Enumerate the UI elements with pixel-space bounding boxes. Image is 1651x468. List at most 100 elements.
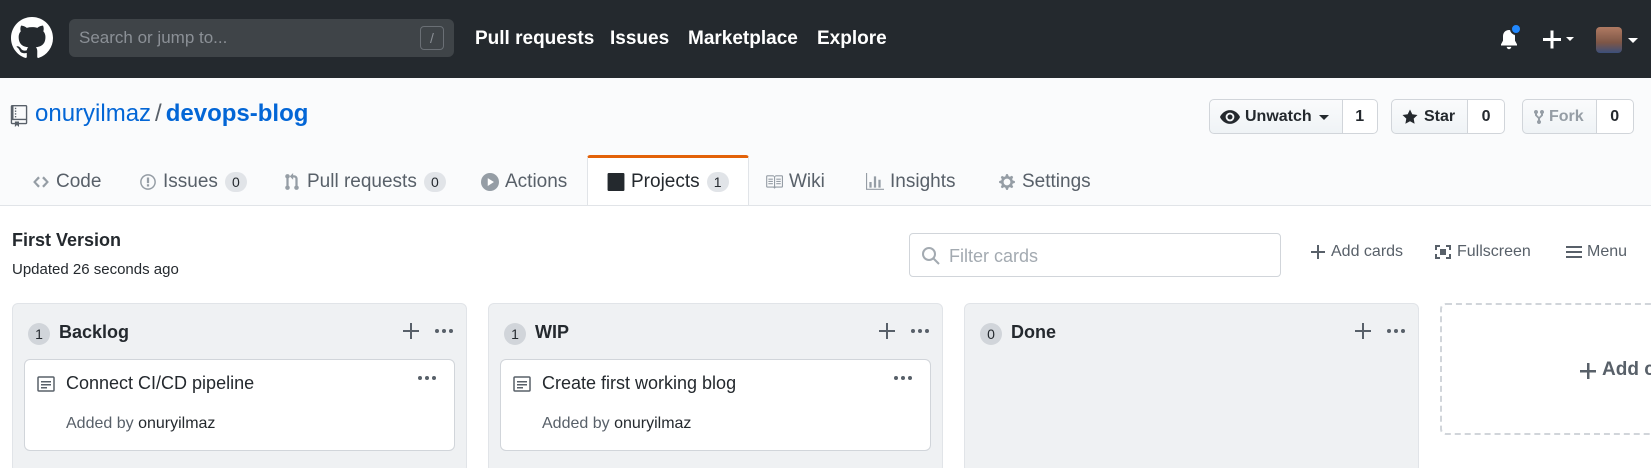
add-card-plus-icon[interactable] (398, 318, 424, 344)
search-shortcut-key: / (420, 26, 444, 50)
tab-counter: 0 (423, 172, 446, 192)
tab-label: Projects (631, 170, 700, 192)
global-header: Search or jump to... / Pull requests Iss… (0, 0, 1651, 78)
search-placeholder: Search or jump to... (79, 28, 228, 47)
project-icon (607, 172, 625, 191)
card-options-ellipsis-icon[interactable] (892, 370, 914, 386)
column-card-count: 1 (504, 323, 526, 345)
forks-count[interactable]: 0 (1596, 99, 1634, 134)
repo-icon (10, 105, 28, 127)
nav-issues[interactable]: Issues (610, 28, 669, 50)
project-card[interactable]: Create first working blog Added by onury… (500, 359, 931, 451)
repo-name-link[interactable]: devops-blog (166, 100, 309, 127)
global-search-input[interactable]: Search or jump to... / (69, 19, 454, 57)
unwatch-button[interactable]: Unwatch (1209, 99, 1343, 134)
note-icon (513, 376, 531, 392)
filter-placeholder: Filter cards (949, 246, 1039, 266)
issue-icon (140, 174, 156, 190)
card-title: Connect CI/CD pipeline (66, 373, 255, 393)
tab-counter: 1 (706, 171, 729, 192)
tab-actions[interactable]: Actions (481, 158, 567, 206)
add-card-plus-icon[interactable] (1350, 318, 1376, 344)
tab-insights[interactable]: Insights (866, 158, 955, 206)
note-icon (37, 376, 55, 392)
tab-code[interactable]: Code (32, 158, 101, 206)
notification-unread-dot (1510, 23, 1522, 35)
card-options-ellipsis-icon[interactable] (416, 370, 438, 386)
tab-label: Code (56, 171, 102, 192)
star-icon (1402, 109, 1418, 124)
fullscreen-button[interactable]: Fullscreen (1434, 243, 1531, 261)
card-added-by-label: Added by (66, 415, 134, 432)
tab-label: Insights (890, 171, 956, 192)
fork-icon (1533, 109, 1545, 124)
gear-icon (999, 174, 1015, 190)
github-logo-icon[interactable] (11, 17, 53, 59)
search-icon (922, 247, 940, 265)
tab-settings[interactable]: Settings (998, 158, 1091, 206)
project-title[interactable]: First Version (12, 230, 121, 251)
column-options-ellipsis-icon[interactable] (431, 318, 457, 344)
repo-owner-link[interactable]: onuryilmaz (35, 100, 151, 127)
watchers-count[interactable]: 1 (1342, 99, 1378, 134)
tab-label: Actions (505, 171, 568, 192)
caret-down-icon (1566, 37, 1574, 41)
project-column-backlog: 1 Backlog Connect CI/CD pipeline Added b… (12, 303, 467, 468)
star-label: Star (1424, 107, 1456, 125)
star-button-group: Star 0 (1391, 99, 1506, 134)
plus-icon (1311, 245, 1325, 259)
add-cards-button[interactable]: Add cards (1310, 243, 1403, 261)
project-card[interactable]: Connect CI/CD pipeline Added by onuryilm… (24, 359, 455, 451)
tab-label: Wiki (789, 171, 825, 192)
pull-request-icon (285, 173, 299, 190)
tab-projects[interactable]: Projects 1 (587, 155, 749, 205)
add-card-plus-icon[interactable] (874, 318, 900, 344)
tab-counter: 0 (224, 172, 247, 192)
column-options-ellipsis-icon[interactable] (1383, 318, 1409, 344)
avatar (1596, 27, 1622, 53)
graph-icon (866, 173, 884, 190)
user-menu[interactable] (1596, 27, 1640, 53)
column-name[interactable]: WIP (535, 322, 569, 343)
add-column-button[interactable]: Add c (1440, 303, 1651, 435)
fork-button[interactable]: Fork (1522, 99, 1597, 134)
fork-label: Fork (1549, 107, 1584, 125)
create-new-menu[interactable] (1540, 26, 1580, 52)
tab-pull-requests[interactable]: Pull requests 0 (283, 158, 446, 206)
nav-marketplace[interactable]: Marketplace (688, 28, 798, 50)
fullscreen-label: Fullscreen (1457, 243, 1531, 260)
tab-label: Issues (163, 171, 218, 192)
plus-icon (1580, 363, 1596, 379)
column-options-ellipsis-icon[interactable] (907, 318, 933, 344)
watch-button-group: Unwatch 1 (1209, 99, 1378, 134)
caret-down-icon (1318, 114, 1329, 120)
tab-issues[interactable]: Issues 0 (139, 158, 247, 206)
fork-button-group: Fork 0 (1522, 99, 1634, 134)
column-card-count: 0 (980, 323, 1002, 345)
repo-breadcrumb: onuryilmaz / devops-blog (35, 100, 308, 128)
column-name[interactable]: Done (1011, 322, 1056, 343)
eye-icon (1220, 109, 1240, 124)
breadcrumb-separator: / (155, 100, 162, 127)
fullscreen-icon (1435, 245, 1451, 259)
nav-explore[interactable]: Explore (817, 28, 887, 50)
add-cards-label: Add cards (1331, 243, 1404, 260)
nav-pull-requests[interactable]: Pull requests (475, 28, 594, 50)
stargazers-count[interactable]: 0 (1468, 99, 1506, 134)
project-menu-button[interactable]: Menu (1566, 243, 1627, 261)
repository-header: onuryilmaz / devops-blog Unwatch 1 Star 0 … (0, 78, 1651, 206)
book-icon (766, 175, 783, 189)
column-card-count: 1 (28, 323, 50, 345)
card-author-link[interactable]: onuryilmaz (138, 415, 215, 432)
unwatch-label: Unwatch (1245, 107, 1312, 125)
star-button[interactable]: Star (1391, 99, 1469, 134)
tab-wiki[interactable]: Wiki (765, 158, 825, 206)
play-icon (481, 173, 499, 191)
filter-cards-input[interactable]: Filter cards (909, 233, 1281, 277)
add-column-label: Add c (1602, 359, 1651, 380)
card-meta: Added by onuryilmaz (542, 415, 691, 433)
menu-label: Menu (1587, 243, 1628, 260)
card-author-link[interactable]: onuryilmaz (614, 415, 691, 432)
column-name[interactable]: Backlog (59, 322, 129, 343)
plus-icon (1543, 30, 1574, 49)
